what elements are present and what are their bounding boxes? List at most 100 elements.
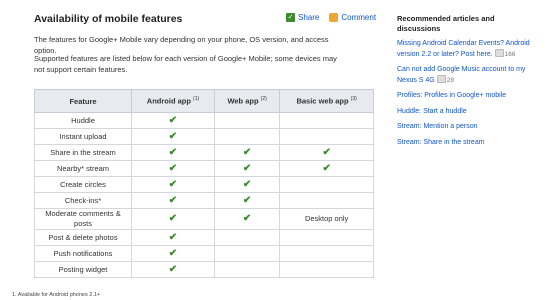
reply-count: 28 <box>446 76 454 84</box>
web-cell: ✔ <box>213 192 281 209</box>
basic-cell <box>279 261 374 278</box>
feature-label: Create circles <box>60 179 106 189</box>
table-row: Create circles ✔ ✔ <box>34 176 374 193</box>
android-cell: ✔ <box>131 245 215 262</box>
share-button[interactable]: ✓ Share <box>286 13 319 22</box>
check-icon: ✔ <box>242 146 252 158</box>
web-cell <box>213 128 281 145</box>
reply-count-icon <box>494 48 504 57</box>
header-basic-web-app: Basic web app (3) <box>279 89 374 113</box>
cell-text: Desktop only <box>304 214 349 223</box>
android-cell: ✔ <box>131 176 215 193</box>
web-cell: ✔ <box>213 176 281 193</box>
feature-label: Push notifications <box>53 248 113 258</box>
check-icon: ✔ <box>168 114 178 126</box>
comment-button[interactable]: Comment <box>329 13 376 22</box>
check-icon: ✔ <box>168 178 178 190</box>
basic-cell: ✔ <box>279 160 374 177</box>
feature-cell: Moderate comments & posts <box>34 208 132 230</box>
android-cell: ✔ <box>131 192 215 209</box>
feature-label: Huddle <box>71 115 95 125</box>
basic-cell <box>279 128 374 145</box>
web-cell <box>213 112 281 129</box>
basic-cell <box>279 229 374 246</box>
sidebar-item-link[interactable]: Stream: Share in the stream <box>397 139 485 146</box>
table-row: Post & delete photos ✔ <box>34 229 374 246</box>
reply-count-icon <box>436 74 446 83</box>
sidebar-item-link[interactable]: Can not add Google Music account to my N… <box>397 66 525 84</box>
feature-label: Check-ins* <box>64 195 102 205</box>
table-row: Instant upload ✔ <box>34 128 374 145</box>
sidebar-item[interactable]: Stream: Mention a person <box>397 122 537 132</box>
basic-cell: ✔ <box>279 144 374 161</box>
comment-icon <box>329 13 339 22</box>
android-cell: ✔ <box>131 261 215 278</box>
check-icon: ✔ <box>242 194 252 206</box>
share-icon: ✓ <box>286 13 295 22</box>
feature-label: Post & delete photos <box>48 232 118 242</box>
web-cell: ✔ <box>213 208 281 230</box>
feature-cell: Huddle <box>34 112 132 129</box>
check-icon: ✔ <box>168 213 178 224</box>
sidebar-item[interactable]: Can not add Google Music account to my N… <box>397 65 537 85</box>
feature-label: Moderate comments & posts <box>45 209 121 228</box>
check-icon: ✔ <box>168 263 178 275</box>
basic-cell <box>279 112 374 129</box>
comment-label: Comment <box>341 13 377 22</box>
android-cell: ✔ <box>131 128 215 145</box>
feature-label: Nearby* stream <box>56 163 110 173</box>
sidebar-item[interactable]: Missing Android Calendar Events? Android… <box>397 39 537 59</box>
feature-label: Instant upload <box>59 131 107 141</box>
web-cell <box>213 261 281 278</box>
feature-cell: Post & delete photos <box>34 229 132 246</box>
web-cell <box>213 229 281 246</box>
table-header-row: Feature Android app (1) Web app (2) Basi… <box>34 89 374 113</box>
basic-cell <box>279 176 374 193</box>
web-cell <box>213 245 281 262</box>
feature-cell: Instant upload <box>34 128 132 145</box>
check-icon: ✔ <box>322 162 331 174</box>
sidebar-item-link[interactable]: Huddle: Start a huddle <box>397 108 467 115</box>
feature-cell: Push notifications <box>34 245 132 262</box>
supported-features-paragraph: Supported features are listed below for … <box>34 54 337 74</box>
check-icon: ✔ <box>168 146 178 158</box>
sidebar-item[interactable]: Stream: Share in the stream <box>397 138 537 148</box>
sidebar-item-link[interactable]: Profiles: Profiles in Google+ mobile <box>397 92 506 99</box>
feature-cell: Create circles <box>34 176 132 193</box>
check-icon: ✔ <box>168 194 178 206</box>
basic-cell <box>279 245 374 262</box>
basic-cell <box>279 192 374 209</box>
table-row: Share in the stream ✔ ✔ ✔ <box>34 144 374 161</box>
sidebar-item[interactable]: Huddle: Start a huddle <box>397 107 537 117</box>
check-icon: ✔ <box>242 178 252 190</box>
feature-cell: Nearby* stream <box>34 160 132 177</box>
sidebar-item[interactable]: Profiles: Profiles in Google+ mobile <box>397 91 537 101</box>
article-actions: ✓ Share Comment <box>286 13 376 22</box>
sidebar-item-link[interactable]: Stream: Mention a person <box>397 123 478 130</box>
check-icon: ✔ <box>168 162 178 174</box>
feature-label: Posting widget <box>58 264 108 274</box>
check-icon: ✔ <box>168 231 178 243</box>
android-cell: ✔ <box>131 229 215 246</box>
android-cell: ✔ <box>131 144 215 161</box>
android-cell: ✔ <box>131 112 215 129</box>
check-icon: ✔ <box>242 213 252 224</box>
table-row: Moderate comments & posts ✔ ✔ Desktop only <box>34 208 374 230</box>
feature-cell: Posting widget <box>34 261 132 278</box>
check-icon: ✔ <box>168 130 178 142</box>
table-row: Check-ins* ✔ ✔ <box>34 192 374 209</box>
header-android-app: Android app (1) <box>131 89 215 113</box>
android-cell: ✔ <box>131 208 215 230</box>
android-cell: ✔ <box>131 160 215 177</box>
features-table: Feature Android app (1) Web app (2) Basi… <box>34 89 374 278</box>
web-cell: ✔ <box>213 144 281 161</box>
check-icon: ✔ <box>322 146 331 158</box>
table-row: Posting widget ✔ <box>34 261 374 278</box>
sidebar-title: Recommended articles and discussions <box>397 14 495 33</box>
reply-count: 166 <box>504 50 516 58</box>
header-feature: Feature <box>34 89 132 113</box>
feature-cell: Share in the stream <box>34 144 132 161</box>
web-cell: ✔ <box>213 160 281 177</box>
check-icon: ✔ <box>168 247 178 259</box>
sidebar-recommended: Recommended articles and discussions Mis… <box>397 14 537 147</box>
